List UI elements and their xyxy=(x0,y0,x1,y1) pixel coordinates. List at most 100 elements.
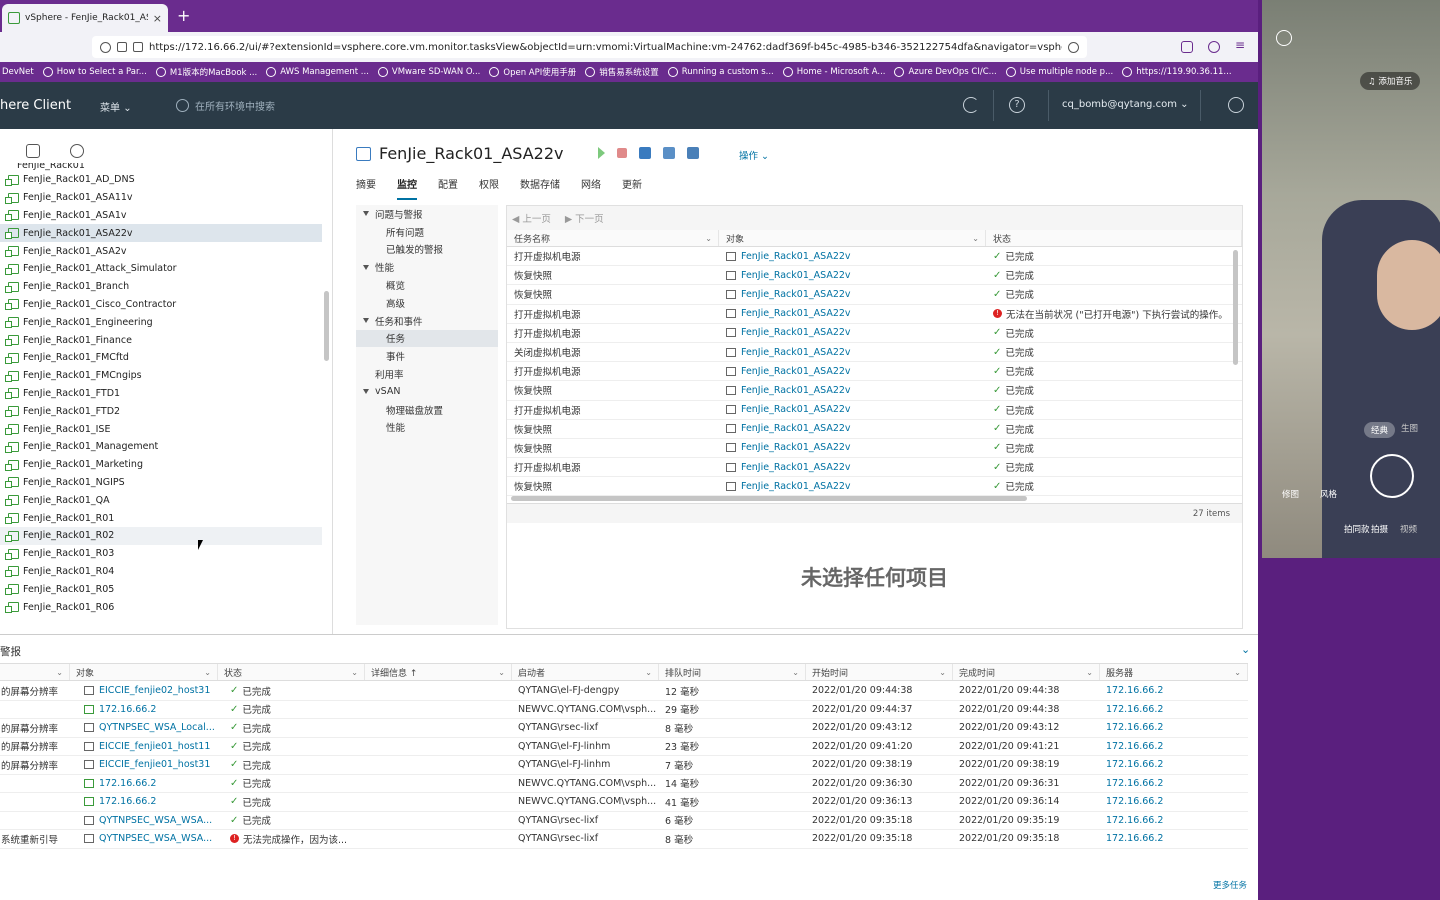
table-row[interactable]: 打开虚拟机电源 FenJie_Rack01_ASA22v ✓ 已完成 xyxy=(507,362,1242,382)
tree-vm-row[interactable]: FenJie_Rack01_Finance xyxy=(0,331,322,349)
next-page-button[interactable]: ▶ 下一页 xyxy=(565,211,604,225)
table-row[interactable]: 恢复快照 FenJie_Rack01_ASA22v ✓ 已完成 xyxy=(507,477,1242,497)
target-link[interactable]: 172.16.66.2 xyxy=(99,796,156,807)
column-object[interactable]: 对象 ⌄ xyxy=(719,230,986,246)
table-row[interactable]: 打开虚拟机电源 FenJie_Rack01_ASA22v ✓ 已完成 xyxy=(507,247,1242,267)
global-search[interactable]: 在所有环境中搜索 xyxy=(176,98,275,113)
column-filter-icon[interactable]: ⌄ xyxy=(56,668,63,677)
table-row[interactable]: 打开虚拟机电源 FenJie_Rack01_ASA22v ✓ 已完成 xyxy=(507,458,1242,478)
object-link[interactable]: FenJie_Rack01_ASA22v xyxy=(741,327,851,338)
table-row[interactable]: 恢复快照 FenJie_Rack01_ASA22v ✓ 已完成 xyxy=(507,266,1242,286)
tree-performance[interactable]: 性能 xyxy=(356,258,498,276)
overlay-menu-icon[interactable] xyxy=(1276,30,1292,46)
object-link[interactable]: FenJie_Rack01_ASA22v xyxy=(741,289,851,300)
help-icon[interactable]: ? xyxy=(1009,97,1025,113)
server-link[interactable]: 172.16.66.2 xyxy=(1106,833,1163,844)
beauty-button[interactable]: 修图 xyxy=(1282,488,1299,500)
server-link[interactable]: 172.16.66.2 xyxy=(1106,741,1163,752)
menu-dropdown[interactable]: 菜单 ⌄ xyxy=(100,99,132,114)
target-link[interactable]: EICCIE_fenjie01_host31 xyxy=(99,759,210,770)
tree-vm-row[interactable]: FenJie_Rack01_Engineering xyxy=(0,313,322,331)
column-filter-icon[interactable]: ⌄ xyxy=(939,668,946,677)
hamburger-menu-icon[interactable]: ≡ xyxy=(1235,38,1247,52)
column-target[interactable]: 对象 ⌄ xyxy=(70,664,218,680)
column-filter-icon[interactable]: ⌄ xyxy=(645,668,652,677)
tree-vm-row[interactable]: FenJie_Rack01_Attack_Simulator xyxy=(0,260,322,278)
tree-vm-row[interactable]: FenJie_Rack01_ASA22v xyxy=(0,224,322,243)
user-menu[interactable]: cq_bomb@qytang.com ⌄ xyxy=(1062,99,1189,110)
target-link[interactable]: QYTNPSEC_WSA_WSA... xyxy=(99,833,212,844)
tree-vm-row[interactable]: FenJie_Rack01_R06 xyxy=(0,598,322,616)
object-link[interactable]: FenJie_Rack01_ASA22v xyxy=(741,481,851,492)
column-initiator[interactable]: 启动者 ⌄ xyxy=(512,664,659,680)
table-row[interactable]: 172.16.66.2 ✓ 已完成 NEWVC.QYTANG.COM\vsph... 4… xyxy=(0,793,1248,812)
table-row[interactable]: 打开虚拟机电源 FenJie_Rack01_ASA22v ✓ 已完成 xyxy=(507,401,1242,420)
tree-disk-placement[interactable]: 物理磁盘放置 xyxy=(356,401,498,419)
bookmark-item[interactable]: DevNet xyxy=(2,67,34,77)
tree-advanced[interactable]: 高级 xyxy=(356,294,498,312)
table-row[interactable]: 的屏幕分辨率 EICCIE_fenjie01_host11 ✓ 已完成 QYTANG\e… xyxy=(0,738,1248,756)
tree-overview[interactable]: 概览 xyxy=(356,276,498,294)
tree-folder-row[interactable]: FenJie_Rack01 xyxy=(0,163,322,171)
object-link[interactable]: FenJie_Rack01_ASA22v xyxy=(741,270,851,281)
column-filter-icon[interactable]: ⌄ xyxy=(351,668,358,677)
tab-datastores[interactable]: 数据存储 xyxy=(520,176,560,200)
tree-vm-row[interactable]: FenJie_Rack01_FMCngips xyxy=(0,367,322,385)
target-link[interactable]: EICCIE_fenjie01_host11 xyxy=(99,741,210,752)
object-link[interactable]: FenJie_Rack01_ASA22v xyxy=(741,251,851,262)
feedback-smiley-icon[interactable] xyxy=(1228,97,1244,113)
tree-vm-row[interactable]: FenJie_Rack01_Branch xyxy=(0,278,322,296)
server-link[interactable]: 172.16.66.2 xyxy=(1106,778,1163,789)
target-link[interactable]: 172.16.66.2 xyxy=(99,704,156,715)
permissions-icon[interactable] xyxy=(133,42,143,52)
bookmark-item[interactable]: Open API使用手册 xyxy=(489,66,576,78)
close-tab-icon[interactable]: × xyxy=(153,12,162,25)
table-row[interactable]: 172.16.66.2 ✓ 已完成 NEWVC.QYTANG.COM\vsph... 1… xyxy=(0,775,1248,793)
navigator-scrollbar[interactable] xyxy=(324,291,329,361)
tree-vm-row[interactable]: FenJie_Rack01_R01 xyxy=(0,509,322,527)
table-row[interactable]: 的屏幕分辨率 EICCIE_fenjie01_host31 ✓ 已完成 QYTANG\e… xyxy=(0,756,1248,775)
table-row[interactable]: 172.16.66.2 ✓ 已完成 NEWVC.QYTANG.COM\vsph... 2… xyxy=(0,701,1248,719)
tree-vm-row[interactable]: FenJie_Rack01_R05 xyxy=(0,580,322,598)
table-row[interactable]: 恢复快照 FenJie_Rack01_ASA22v ✓ 已完成 xyxy=(507,439,1242,459)
add-music-button[interactable]: ♫ 添加音乐 xyxy=(1360,72,1421,90)
column-filter-icon[interactable]: ⌄ xyxy=(498,668,505,677)
object-link[interactable]: FenJie_Rack01_ASA22v xyxy=(741,462,851,473)
bookmark-item[interactable]: Azure DevOps CI/C... xyxy=(894,67,997,77)
snapshot-icon[interactable] xyxy=(687,147,699,159)
target-link[interactable]: EICCIE_fenjie02_host31 xyxy=(99,685,210,696)
pocket-icon[interactable] xyxy=(1181,41,1193,53)
url-text[interactable]: https://172.16.66.2/ui/#?extensionId=vsp… xyxy=(149,42,1062,53)
tree-events[interactable]: 事件 xyxy=(356,347,498,365)
more-tasks-link[interactable]: 更多任务 xyxy=(1213,879,1247,891)
target-link[interactable]: 172.16.66.2 xyxy=(99,778,156,789)
tab-permissions[interactable]: 权限 xyxy=(479,176,499,200)
bookmark-item[interactable]: VMware SD-WAN O... xyxy=(377,67,480,77)
column-filter-icon[interactable]: ⌄ xyxy=(705,234,712,243)
table-row[interactable]: 关闭虚拟机电源 FenJie_Rack01_ASA22v ✓ 已完成 xyxy=(507,343,1242,363)
column-start-time[interactable]: 开始时间 ⌄ xyxy=(806,664,953,680)
column-filter-icon[interactable]: ⌄ xyxy=(1234,668,1241,677)
table-row[interactable]: 打开虚拟机电源 FenJie_Rack01_ASA22v ! 无法在当前状况 ("已打… xyxy=(507,305,1242,324)
object-link[interactable]: FenJie_Rack01_ASA22v xyxy=(741,404,851,415)
column-task-name[interactable]: ⌄ xyxy=(0,664,70,680)
extension-icon[interactable] xyxy=(1208,41,1220,53)
migrate-icon[interactable] xyxy=(663,147,675,159)
tree-vsan-performance[interactable]: 性能 xyxy=(356,419,498,437)
refresh-icon[interactable] xyxy=(963,97,979,113)
column-details[interactable]: 详细信息 ↑ ⌄ xyxy=(365,664,512,680)
tree-triggered-alarms[interactable]: 已触发的警报 xyxy=(356,241,498,259)
tree-vm-row[interactable]: FenJie_Rack01_R02 xyxy=(0,526,322,545)
tab-updates[interactable]: 更新 xyxy=(622,176,642,200)
bookmark-item[interactable]: https://119.90.36.11... xyxy=(1122,67,1232,77)
url-bar[interactable]: https://172.16.66.2/ui/#?extensionId=vsp… xyxy=(92,36,1087,58)
tree-vsan[interactable]: vSAN xyxy=(356,383,498,401)
tree-vm-row[interactable]: FenJie_Rack01_ASA2v xyxy=(0,242,322,260)
shoot-same-button[interactable]: 拍同款 xyxy=(1344,523,1370,535)
object-link[interactable]: FenJie_Rack01_ASA22v xyxy=(741,347,851,358)
table-row[interactable]: 系统重新引导 QYTNPSEC_WSA_WSA...! 无法完成操作，因为该... Q… xyxy=(0,830,1248,849)
tab-networks[interactable]: 网络 xyxy=(581,176,601,200)
bookmark-item[interactable]: Home - Microsoft A... xyxy=(782,67,885,77)
lock-icon[interactable] xyxy=(117,42,127,52)
table-row[interactable]: 的屏幕分辨率 QYTNPSEC_WSA_Local... ✓ 已完成 QYTANG\rs… xyxy=(0,719,1248,738)
